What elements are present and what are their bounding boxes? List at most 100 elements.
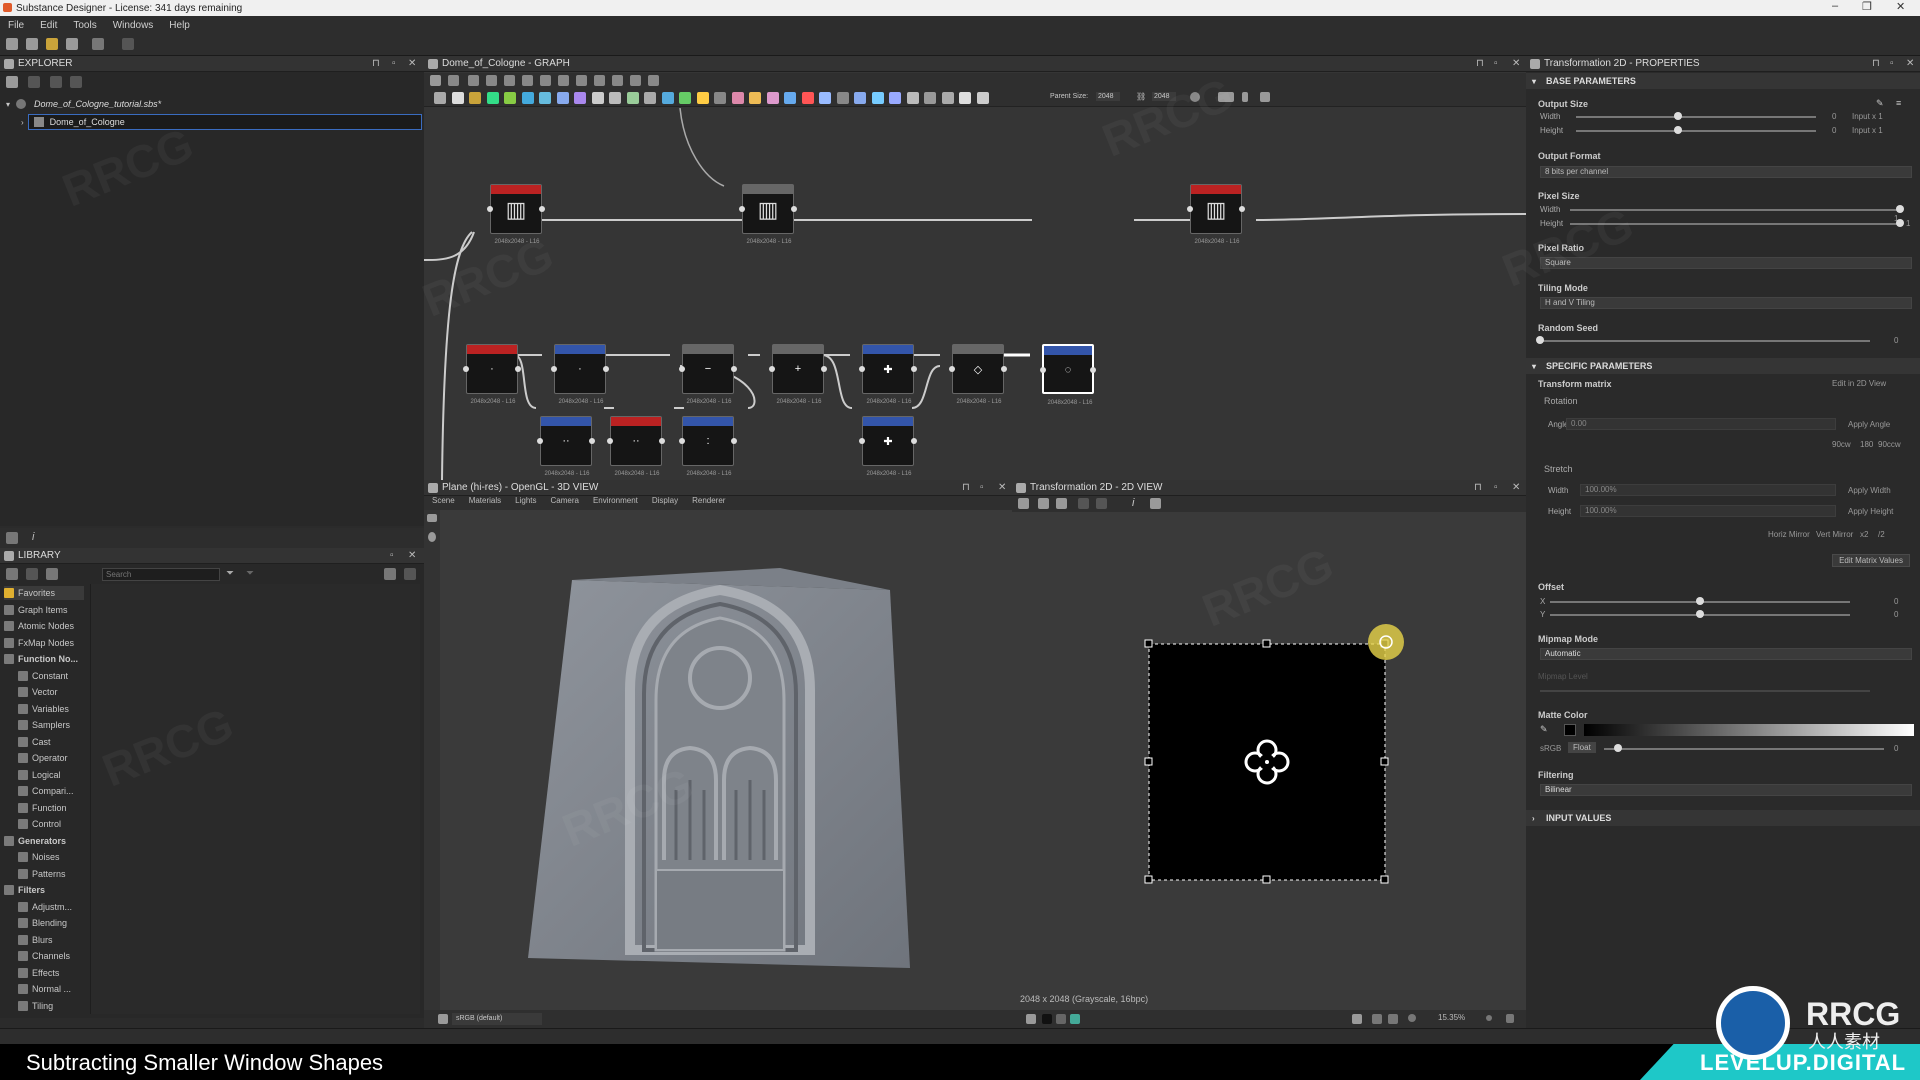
output-pin[interactable] [589,438,595,444]
horiz-mirror-button[interactable]: Horiz Mirror [1768,530,1810,539]
graph-node[interactable]: ▥ 2048x2048 - L16 [1187,184,1245,245]
library-add-icon[interactable] [26,568,38,580]
output-height-mode[interactable]: Input x 1 [1852,126,1883,135]
comment-icon[interactable] [594,75,605,86]
frame-node-icon[interactable] [576,75,587,86]
grid-view-icon[interactable] [384,568,396,580]
library-category[interactable]: Noises [18,850,60,864]
zoom-fit-icon[interactable] [1408,1014,1416,1022]
close-icon[interactable]: ✕ [1906,58,1914,69]
new-icon[interactable] [6,38,18,50]
node-palette-icon[interactable] [434,92,446,104]
tools-icon[interactable] [630,75,641,86]
3d-viewport[interactable] [440,510,1012,1010]
param-menu-icon[interactable]: ≡ [1896,98,1901,108]
menu-camera[interactable]: Camera [551,496,579,510]
zoom-icon[interactable] [1486,1015,1492,1021]
input-pin[interactable] [463,366,469,372]
pixel-ratio-dropdown[interactable]: Square [1540,257,1912,269]
node-palette-icon[interactable] [871,92,884,104]
menu-windows[interactable]: Windows [113,20,154,31]
float-icon[interactable]: ▫ [392,58,396,69]
graph-node[interactable]: ◌ 2048x2048 - L16 [1040,344,1096,406]
menu-lights[interactable]: Lights [515,496,536,510]
node-palette-icon[interactable] [749,92,761,104]
maximize-button[interactable]: ❐ [1862,0,1872,13]
mipmap-mode-dropdown[interactable]: Automatic [1540,648,1912,660]
pixel-height-handle[interactable] [1896,219,1904,227]
random-seed-value[interactable]: 0 [1894,336,1898,345]
scale-half-button[interactable]: /2 [1878,530,1885,539]
parent-size-height[interactable]: 2048 [1152,92,1176,101]
srgb-toggle[interactable]: sRGB [1540,744,1561,753]
menu-display[interactable]: Display [652,496,678,510]
param-reset-icon[interactable]: ✎ [1876,98,1884,109]
node-palette-icon[interactable] [731,92,744,104]
offset-y-value[interactable]: 0 [1894,610,1898,619]
random-seed-slider[interactable] [1540,340,1870,342]
output-pin[interactable] [911,366,917,372]
matte-value-handle[interactable] [1614,744,1622,752]
new-graph-icon[interactable] [26,38,38,50]
output-width-slider[interactable] [1576,116,1816,118]
node-palette-icon[interactable] [679,92,691,104]
output-pin[interactable] [821,366,827,372]
rotate-90cw-button[interactable]: 90cw [1832,440,1851,449]
graph-node[interactable]: · 2048x2048 - L16 [551,344,609,405]
apply-width-button[interactable]: Apply Width [1848,486,1891,495]
base-parameters-section[interactable]: ▾ BASE PARAMETERS [1526,73,1920,89]
align-icon[interactable] [522,75,533,86]
import-icon[interactable] [50,76,62,88]
output-pin[interactable] [1239,206,1245,212]
node-palette-icon[interactable] [644,92,656,104]
pin-icon[interactable]: ⊓ [372,58,380,69]
graph-node[interactable]: +2048x2048 - L16 [769,344,827,405]
lock-icon[interactable] [1506,1014,1514,1023]
menu-tools[interactable]: Tools [73,20,96,31]
collapse-arrow-icon[interactable]: ▾ [6,100,10,109]
node-palette-icon[interactable] [469,92,481,104]
input-pin[interactable] [607,438,613,444]
library-category[interactable]: Effects [18,966,59,980]
parent-size-width[interactable]: 2048 [1096,92,1120,101]
angle-field[interactable]: 0.00 [1566,418,1836,430]
float-icon[interactable]: ▫ [1494,58,1498,69]
float-toggle[interactable]: Float [1568,742,1596,753]
expand-arrow-icon[interactable]: › [21,118,24,127]
close-icon[interactable]: ✕ [408,550,416,561]
library-category[interactable]: FxMap Nodes [4,636,74,650]
pin-icon[interactable]: ⊓ [962,482,970,493]
output-pin[interactable] [1090,367,1096,373]
input-pin[interactable] [537,438,543,444]
graph-node[interactable]: ✚ 2048x2048 - L16 [859,344,917,405]
graph-node[interactable]: ✚ 2048x2048 - L16 [859,416,917,477]
node-palette-icon[interactable] [556,92,569,104]
input-pin[interactable] [739,206,745,212]
library-category[interactable]: Patterns [18,867,66,881]
input-pin[interactable] [1040,367,1046,373]
graph-node[interactable]: − 2048x2048 - L16 [679,344,737,405]
node-palette-icon[interactable] [801,92,814,104]
output-height-slider[interactable] [1576,130,1816,132]
library-category[interactable]: Blurs [18,933,53,947]
colorspace-icon[interactable] [1026,1014,1036,1024]
apply-height-button[interactable]: Apply Height [1848,507,1893,516]
edit-2d-view-button[interactable]: Edit in 2D View [1832,379,1886,388]
node-palette-icon[interactable] [959,92,971,104]
menu-renderer[interactable]: Renderer [692,496,725,510]
node-palette-icon[interactable] [784,92,796,104]
close-button[interactable]: ✕ [1896,0,1905,13]
copy-icon[interactable] [1018,498,1029,509]
output-pin[interactable] [659,438,665,444]
frame-icon[interactable] [430,75,441,86]
node-palette-icon[interactable] [941,92,954,104]
output-width-mode[interactable]: Input x 1 [1852,112,1883,121]
menu-materials[interactable]: Materials [469,496,501,510]
undo-icon[interactable] [92,38,104,50]
library-category[interactable]: Control [18,817,61,831]
input-pin[interactable] [769,366,775,372]
toggle-icon[interactable] [1218,92,1234,102]
menu-file[interactable]: File [8,20,24,31]
export-icon[interactable] [1056,498,1067,509]
input-pin[interactable] [1187,206,1193,212]
